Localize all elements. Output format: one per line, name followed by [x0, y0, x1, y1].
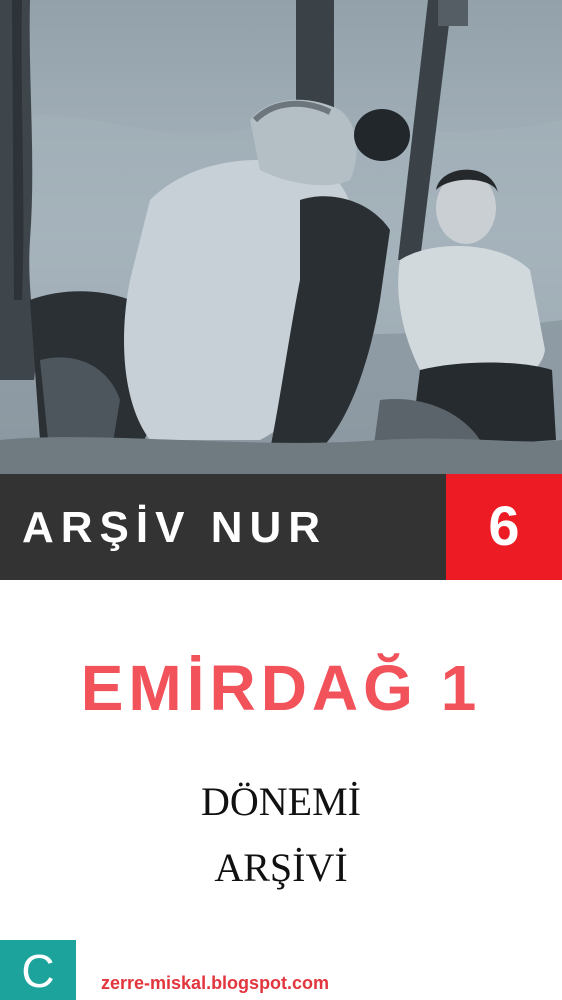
series-banner: ARŞİV NUR 6 — [0, 474, 562, 580]
website-link[interactable]: zerre-miskal.blogspot.com — [101, 972, 329, 994]
banner-title: ARŞİV NUR — [22, 503, 328, 552]
book-heading: EMİRDAĞ 1 — [80, 652, 482, 724]
banner-title-box: ARŞİV NUR — [0, 474, 446, 580]
photo-illustration — [0, 0, 562, 474]
subtitle-line-1: DÖNEMİ — [201, 779, 361, 824]
banner-number-box: 6 — [446, 474, 562, 580]
c-logo-letter: C — [21, 945, 55, 997]
subtitle-line-2: ARŞİVİ — [214, 845, 348, 890]
archive-photo — [0, 0, 562, 474]
volume-number: 6 — [488, 494, 520, 557]
c-logo-badge: C — [0, 940, 76, 1000]
